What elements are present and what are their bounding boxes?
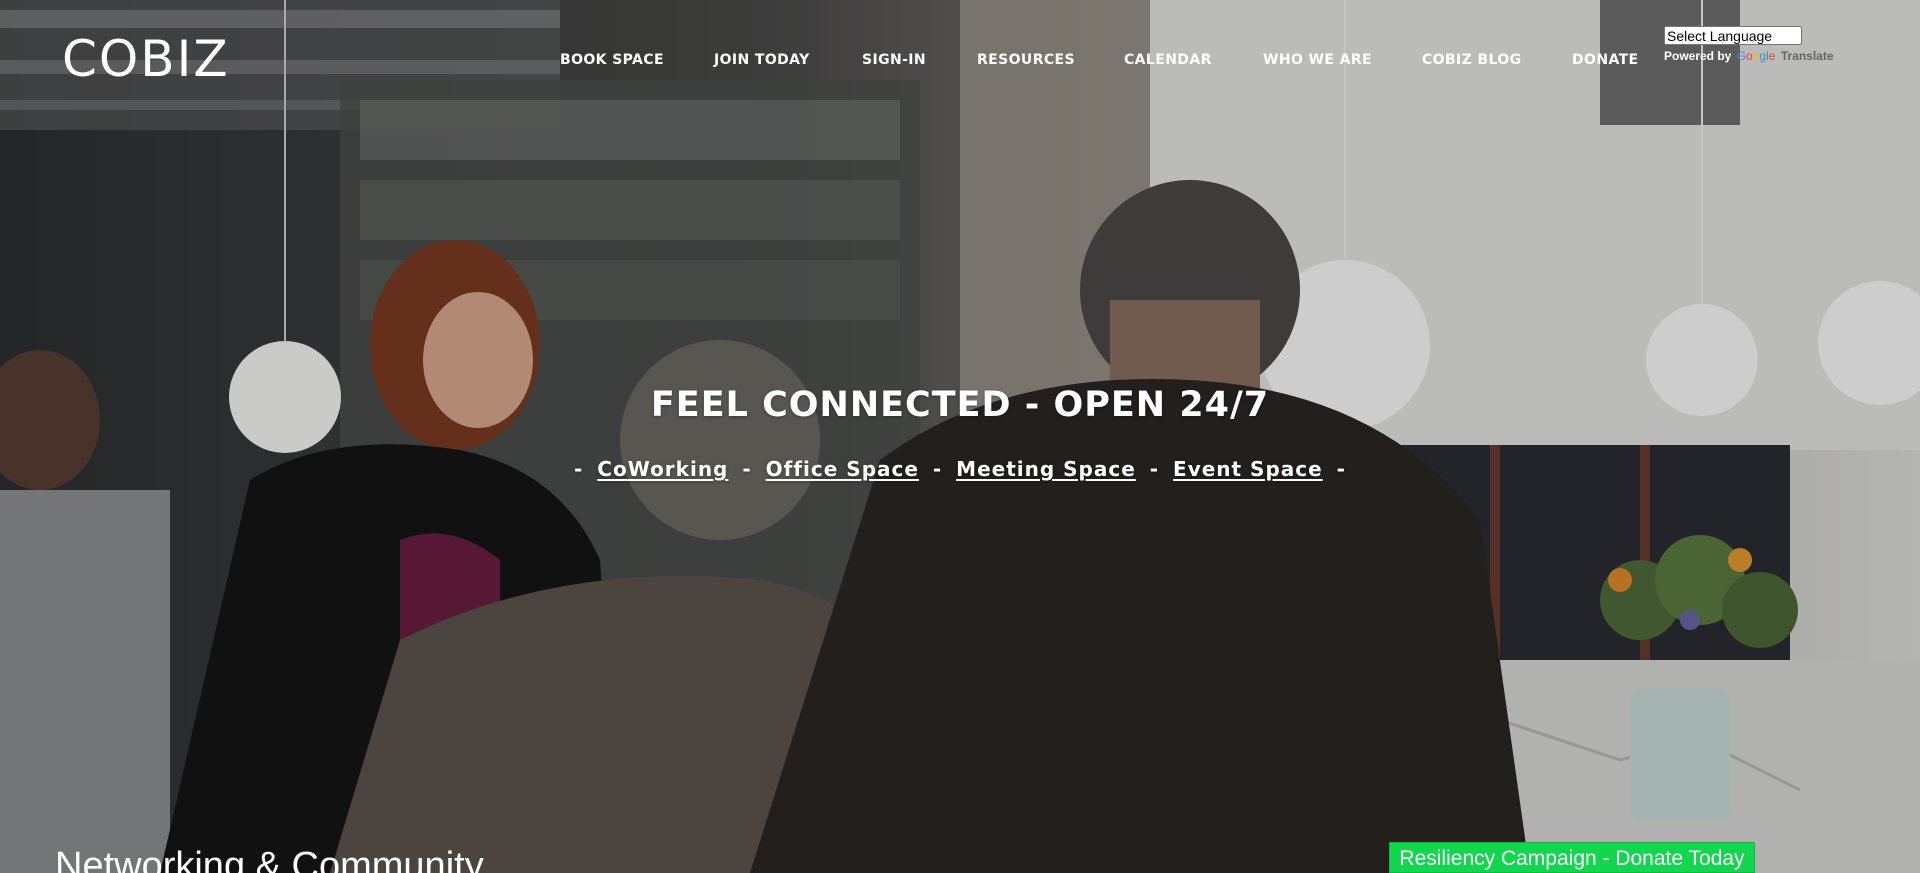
nav-book-space[interactable]: BOOK SPACE [560, 52, 664, 68]
separator: - [574, 457, 584, 481]
nav-sign-in[interactable]: SIGN-IN [862, 52, 926, 68]
separator: - [1336, 457, 1346, 481]
nav-cobiz-blog[interactable]: COBIZ BLOG [1422, 52, 1522, 68]
link-coworking[interactable]: CoWorking [597, 457, 728, 481]
language-select[interactable]: Select Language [1664, 26, 1802, 45]
hero-background [0, 0, 1920, 873]
hero-overlay [0, 0, 1920, 873]
separator: - [1149, 457, 1160, 481]
nav-join-today[interactable]: JOIN TODAY [714, 52, 810, 68]
donate-today-button[interactable]: Resiliency Campaign - Donate Today [1389, 842, 1755, 873]
link-meeting-space[interactable]: Meeting Space [956, 457, 1136, 481]
separator: - [742, 457, 752, 481]
nav-donate[interactable]: DONATE [1572, 52, 1639, 68]
google-logo-icon: Google [1736, 48, 1776, 63]
hero-services-links: - CoWorking - Office Space - Meeting Spa… [0, 457, 1920, 481]
link-office-space[interactable]: Office Space [766, 457, 919, 481]
separator: - [932, 457, 943, 481]
translate-link[interactable]: Translate [1781, 49, 1834, 63]
nav-who-we-are[interactable]: WHO WE ARE [1263, 52, 1372, 68]
google-translate-widget: Select Language Powered by Google Transl… [1664, 26, 1834, 63]
cobiz-logo[interactable]: COBIZ [62, 34, 230, 84]
powered-by-label: Powered by [1664, 48, 1732, 63]
hero-headline: FEEL CONNECTED - OPEN 24/7 [650, 385, 1270, 425]
section-heading: Networking & Community [55, 845, 484, 873]
powered-by-google: Powered by Google Translate [1664, 49, 1834, 63]
nav-resources[interactable]: RESOURCES [977, 52, 1075, 68]
page: COBIZ BOOK SPACE JOIN TODAY SIGN-IN RESO… [0, 0, 1920, 873]
nav-calendar[interactable]: CALENDAR [1124, 52, 1212, 68]
link-event-space[interactable]: Event Space [1173, 457, 1323, 481]
